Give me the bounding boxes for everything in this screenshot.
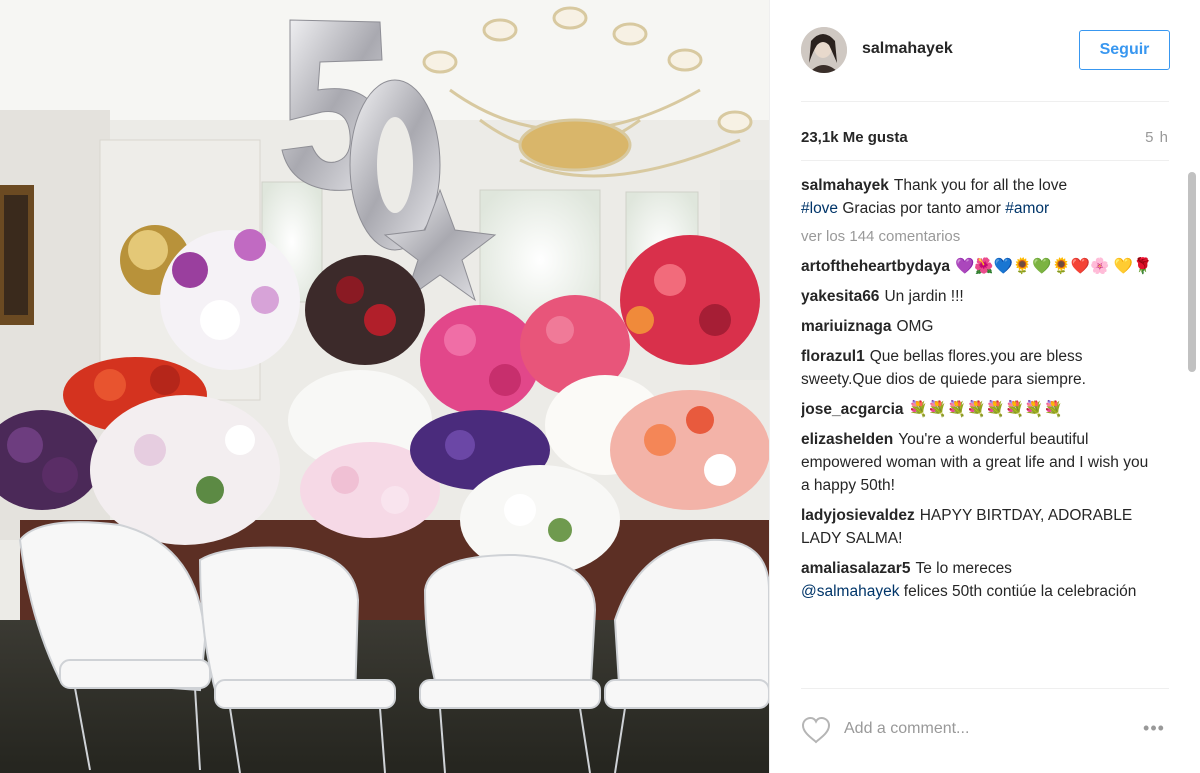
caption-username[interactable]: salmahayek <box>801 177 889 194</box>
header-divider <box>801 101 1169 102</box>
comments-list[interactable]: salmahayek Thank you for all the love #lo… <box>801 174 1161 686</box>
hashtag-love[interactable]: #love <box>801 200 838 217</box>
likes-count[interactable]: 23,1k Me gusta <box>801 129 908 146</box>
post-author-username[interactable]: salmahayek <box>862 40 953 58</box>
comment-text-continued: felices 50th contiúe la celebración <box>903 583 1137 600</box>
list-item: yakesita66 Un jardin !!! <box>801 285 1161 308</box>
list-item: elizasheIden You're a wonderful beautiful… <box>801 428 1161 497</box>
flowers-table-image <box>0 0 769 773</box>
instagram-post-view: salmahayek Seguir 23,1k Me gusta 5 h sal… <box>0 0 1200 773</box>
list-item: ladyjosievaldez HAPYY BIRTDAY, ADORABLE L… <box>801 504 1161 550</box>
caption-text-1: Thank you for all the love <box>893 177 1068 194</box>
comments-scrollbar[interactable] <box>1185 170 1198 688</box>
comment-username[interactable]: mariuiznaga <box>801 318 891 335</box>
stats-divider <box>801 160 1169 161</box>
list-item: florazul1 Que bellas flores.you are bless… <box>801 345 1161 391</box>
comment-text: 💐💐💐💐💐💐💐💐 <box>908 401 1063 418</box>
profile-photo-icon <box>801 27 847 73</box>
list-item: artoftheheartbydaya 💜🌺💙🌻💚🌻❤️🌸 💛🌹 <box>801 255 1161 278</box>
comment-text: Te lo mereces <box>915 560 1012 577</box>
footer-divider <box>801 688 1169 689</box>
caption-text-2: Gracias por tanto amor <box>842 200 1001 217</box>
mention-link[interactable]: @salmahayek <box>801 583 899 600</box>
heart-outline-icon[interactable] <box>801 716 831 744</box>
comment-username[interactable]: amaliasalazar5 <box>801 560 910 577</box>
comment-text: 💜🌺💙🌻💚🌻❤️🌸 💛🌹 <box>955 258 1153 275</box>
list-item: mariuiznaga OMG <box>801 315 1161 338</box>
list-item: amaliasalazar5 Te lo mereces @salmahayek … <box>801 557 1161 603</box>
follow-button[interactable]: Seguir <box>1079 30 1170 70</box>
add-comment-input[interactable] <box>844 716 1124 742</box>
scrollbar-thumb[interactable] <box>1188 172 1196 372</box>
post-header: salmahayek Seguir <box>770 0 1200 101</box>
comment-username[interactable]: elizasheIden <box>801 431 893 448</box>
post-timestamp[interactable]: 5 h <box>1145 129 1169 146</box>
comment-username[interactable]: ladyjosievaldez <box>801 507 915 524</box>
comment-username[interactable]: florazul1 <box>801 348 865 365</box>
avatar[interactable] <box>801 27 847 73</box>
list-item: jose_acgarcia 💐💐💐💐💐💐💐💐 <box>801 398 1161 421</box>
hashtag-amor[interactable]: #amor <box>1005 200 1049 217</box>
view-all-comments-link[interactable]: ver los 144 comentarios <box>801 227 1161 247</box>
comment-username[interactable]: yakesita66 <box>801 288 879 305</box>
comment-text: OMG <box>896 318 934 335</box>
comment-username[interactable]: artoftheheartbydaya <box>801 258 950 275</box>
post-caption: salmahayek Thank you for all the love #lo… <box>801 174 1161 220</box>
post-photo <box>0 0 769 773</box>
post-sidebar: salmahayek Seguir 23,1k Me gusta 5 h sal… <box>769 0 1200 773</box>
more-options-icon[interactable]: ••• <box>1137 718 1171 742</box>
comment-text: Un jardin !!! <box>884 288 964 305</box>
comment-username[interactable]: jose_acgarcia <box>801 401 904 418</box>
